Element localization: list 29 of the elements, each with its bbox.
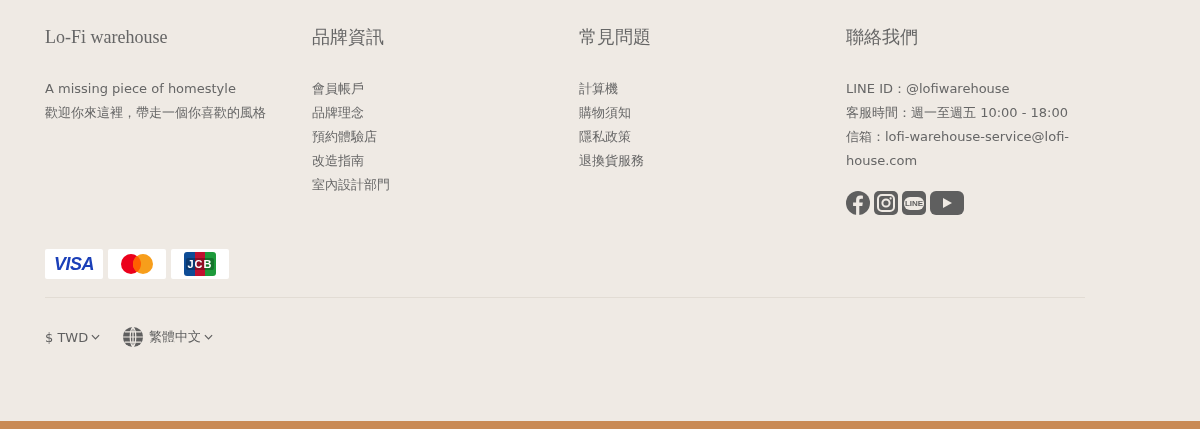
youtube-icon[interactable] [930, 191, 964, 215]
visa-card-logo: VISA [45, 249, 103, 279]
footer-link[interactable]: 計算機 [579, 77, 618, 101]
footer-link[interactable]: 購物須知 [579, 101, 631, 125]
column-heading: 品牌資訊 [312, 26, 385, 49]
column-heading: Lo-Fi warehouse [45, 26, 169, 49]
mastercard-card-logo [108, 249, 166, 279]
footer-text: 信箱：lofi-warehouse-service@lofi-house.com [846, 128, 1070, 170]
footer-text: 客服時間：週一至週五 10:00 - 18:00 [846, 104, 1068, 122]
footer-link[interactable]: 預約體驗店 [312, 125, 377, 149]
footer-link[interactable]: 隱私政策 [579, 125, 631, 149]
footer-link[interactable]: 品牌理念 [312, 101, 364, 125]
column-heading: 聯絡我們 [846, 26, 919, 49]
footer-link[interactable]: 會員帳戶 [312, 77, 364, 101]
facebook-icon[interactable] [846, 191, 870, 215]
jcb-card-logo: JCB [171, 249, 229, 279]
footer-text: A missing piece of homestyle [45, 80, 236, 98]
footer-link[interactable]: 退換貨服務 [579, 149, 644, 173]
footer-text: 歡迎你來這裡，帶走一個你喜歡的風格 [45, 104, 266, 122]
caret-icon [204, 334, 214, 340]
column-heading: 常見問題 [579, 26, 652, 49]
footer-text: LINE ID：@lofiwarehouse [846, 80, 1010, 98]
footer-link[interactable]: 改造指南 [312, 149, 364, 173]
currency-selector[interactable]: $ TWD [45, 329, 101, 345]
instagram-icon[interactable] [874, 191, 898, 215]
footer-link[interactable]: 室內設計部門 [312, 173, 390, 197]
language-selector[interactable]: 繁體中文 [122, 326, 214, 348]
caret-icon [91, 334, 101, 340]
globe-icon [122, 326, 145, 348]
